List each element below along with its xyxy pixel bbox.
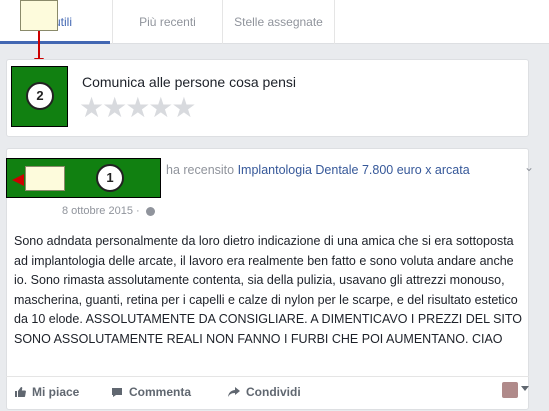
globe-icon xyxy=(145,206,155,216)
post-options-chevron-icon[interactable]: ⌄ xyxy=(524,160,534,174)
annotation-arrow-left-icon xyxy=(12,174,24,186)
like-button[interactable]: Mi piace xyxy=(14,385,79,399)
post-headline: ha recensito Implantologia Dentale 7.800… xyxy=(166,163,470,177)
thumbs-up-icon xyxy=(15,387,26,397)
annotation-note-left xyxy=(25,166,65,191)
page-link[interactable]: Implantologia Dentale 7.800 euro x arcat… xyxy=(238,163,470,177)
reaction-selector-caret-icon[interactable] xyxy=(521,386,529,391)
post-date[interactable]: 8 ottobre 2015 · xyxy=(62,205,155,217)
tab-stelle-label: Stelle assegnate xyxy=(234,15,323,29)
viewer-avatar[interactable] xyxy=(502,382,518,398)
post-date-text: 8 ottobre 2015 · xyxy=(62,205,140,217)
comment-label: Commenta xyxy=(129,385,192,399)
redacted-avatar-box: 2 xyxy=(11,66,68,127)
share-icon xyxy=(228,387,240,397)
like-label: Mi piace xyxy=(32,385,80,399)
review-tabs: utili Più recenti Stelle assegnate xyxy=(0,0,549,44)
annotation-number-2: 2 xyxy=(26,82,54,110)
comment-button[interactable]: Commenta xyxy=(111,385,191,399)
comment-icon xyxy=(112,388,122,397)
compose-prompt[interactable]: Comunica alle persone cosa pensi xyxy=(82,74,296,90)
annotation-arrow-line xyxy=(38,31,40,61)
annotation-number-1: 1 xyxy=(96,164,124,192)
tab-piu-recenti[interactable]: Più recenti xyxy=(112,0,222,44)
headline-prefix: ha recensito xyxy=(166,163,238,177)
star-rating-input[interactable]: ★★★★★ xyxy=(79,94,197,122)
tab-empty xyxy=(334,0,529,44)
tab-piu-recenti-label: Più recenti xyxy=(139,15,196,29)
annotation-note-top xyxy=(20,0,58,31)
review-body: Sono adndata personalmente da loro dietr… xyxy=(14,234,523,346)
share-label: Condividi xyxy=(246,385,301,399)
share-button[interactable]: Condividi xyxy=(228,385,301,399)
tab-stelle-assegnate[interactable]: Stelle assegnate xyxy=(222,0,334,44)
post-actions-bar: Mi piace Commenta Condividi xyxy=(6,376,529,406)
